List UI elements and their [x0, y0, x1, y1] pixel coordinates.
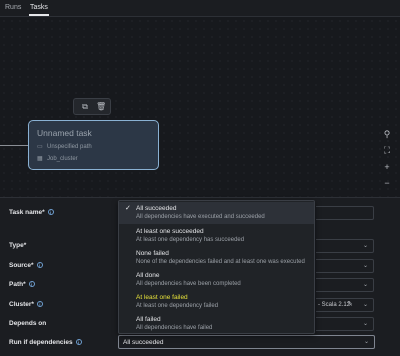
source-select[interactable]: ⌄ — [316, 259, 374, 273]
run-if-select[interactable]: All succeeded ⌄ — [118, 335, 375, 349]
task-node-path: ▭ Unspecified path — [37, 144, 92, 150]
info-icon[interactable]: i — [47, 209, 54, 216]
chevron-down-icon: ⌄ — [362, 302, 368, 308]
folder-icon: ▭ — [37, 144, 43, 150]
search-icon[interactable]: ⚲ — [380, 127, 394, 141]
depends-on-select[interactable]: ⌄ — [316, 317, 374, 331]
run-if-dropdown: ✓ All succeeded All dependencies have ex… — [118, 200, 315, 334]
option-all-done[interactable]: All done All dependencies have been comp… — [119, 269, 314, 291]
zoom-in-icon[interactable]: + — [380, 160, 394, 174]
dag-canvas[interactable] — [0, 17, 400, 197]
chevron-down-icon: ⌄ — [362, 243, 368, 249]
info-icon[interactable]: i — [36, 262, 43, 269]
task-name-label: Task name* i — [9, 209, 54, 216]
type-label: Type* — [9, 242, 27, 249]
pencil-icon[interactable]: ✎ — [347, 300, 353, 308]
task-node-title: Unnamed task — [37, 128, 92, 138]
cluster-value: - Scala 2.12 — [318, 302, 351, 308]
zoom-out-icon[interactable]: − — [380, 176, 394, 190]
depends-on-label: Depends on — [9, 320, 47, 327]
info-icon[interactable]: i — [36, 301, 43, 308]
copy-icon[interactable]: ⧉ — [80, 102, 90, 112]
run-if-label: Run if dependencies i — [9, 339, 82, 346]
option-at-least-one-succeeded[interactable]: At least one succeeded At least one depe… — [119, 225, 314, 247]
tab-tasks[interactable]: Tasks — [29, 4, 49, 16]
info-icon[interactable]: i — [28, 281, 35, 288]
info-icon[interactable]: i — [75, 339, 82, 346]
path-select[interactable]: ⌄ — [316, 278, 374, 292]
task-name-input[interactable] — [316, 206, 374, 220]
check-icon: ✓ — [125, 205, 131, 212]
option-at-least-one-failed[interactable]: At least one failed At least one depende… — [119, 291, 314, 313]
option-all-failed[interactable]: All failed All dependencies have failed — [119, 313, 314, 335]
cluster-select[interactable]: - Scala 2.12 ✎ ⌄ — [316, 298, 374, 312]
type-select[interactable]: ⌄ — [316, 239, 374, 253]
option-all-succeeded[interactable]: ✓ All succeeded All dependencies have ex… — [119, 202, 314, 224]
option-none-failed[interactable]: None failed None of the dependencies fai… — [119, 247, 314, 269]
fit-view-icon[interactable]: ⛶ — [380, 143, 394, 157]
chevron-down-icon: ⌄ — [362, 263, 368, 269]
tab-runs[interactable]: Runs — [5, 4, 21, 11]
task-node-cluster: ▦ Job_cluster — [37, 156, 78, 162]
task-node[interactable]: Unnamed task ▭ Unspecified path ▦ Job_clus… — [28, 120, 159, 170]
source-label: Source* i — [9, 262, 43, 269]
chevron-down-icon: ⌄ — [363, 339, 369, 345]
path-label: Path* i — [9, 281, 35, 288]
chevron-down-icon: ⌄ — [362, 321, 368, 327]
tab-bar: Runs Tasks — [0, 0, 400, 17]
node-toolbar: ⧉ 🗑 — [73, 98, 111, 115]
dependency-edge — [0, 145, 28, 146]
chevron-down-icon: ⌄ — [362, 282, 368, 288]
trash-icon[interactable]: 🗑 — [96, 102, 106, 112]
cluster-icon: ▦ — [37, 156, 43, 162]
cluster-label: Cluster* i — [9, 301, 43, 308]
